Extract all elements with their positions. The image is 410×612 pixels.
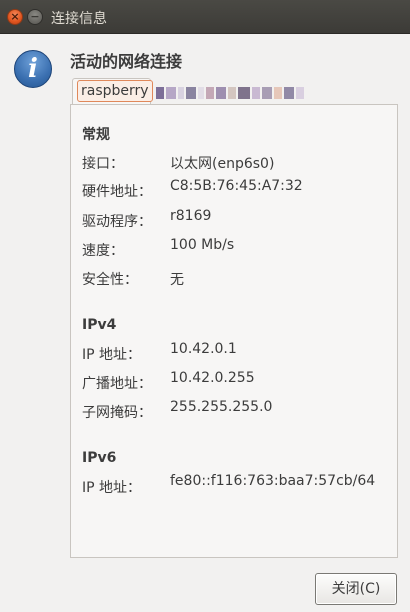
- page-title: 活动的网络连接: [70, 52, 183, 71]
- value-security: 无: [170, 272, 184, 288]
- label-ipv6-address: IP 地址：: [82, 480, 142, 496]
- pixelated-tab-label: [156, 82, 326, 104]
- section-ipv4-title: IPv4: [82, 317, 117, 333]
- tab-label: raspberry: [77, 80, 153, 102]
- label-hardware-address: 硬件地址：: [82, 184, 152, 200]
- info-icon: i: [14, 50, 52, 88]
- label-subnet-mask: 子网掩码：: [82, 405, 152, 421]
- value-hardware-address: C8:5B:76:45:A7:32: [170, 178, 303, 194]
- section-ipv6-title: IPv6: [82, 450, 117, 466]
- window-minimize-icon[interactable]: −: [27, 9, 43, 25]
- close-button[interactable]: 关闭(C): [315, 573, 397, 605]
- label-interface: 接口：: [82, 156, 124, 172]
- title-bar: × − 连接信息: [0, 0, 410, 34]
- value-subnet-mask: 255.255.255.0: [170, 399, 273, 415]
- value-ipv6-address: fe80::f116:763:baa7:57cb/64: [170, 473, 376, 489]
- section-general-title: 常规: [82, 127, 110, 143]
- value-ipv4-address: 10.42.0.1: [170, 341, 237, 357]
- window-close-icon[interactable]: ×: [7, 9, 23, 25]
- tab-second-connection[interactable]: [156, 82, 326, 104]
- value-speed: 100 Mb/s: [170, 237, 235, 253]
- tab-raspberry[interactable]: raspberry: [72, 78, 153, 104]
- value-interface: 以太网(enp6s0): [170, 156, 275, 172]
- value-broadcast-address: 10.42.0.255: [170, 370, 255, 386]
- label-ipv4-address: IP 地址：: [82, 347, 142, 363]
- label-security: 安全性：: [82, 272, 138, 288]
- label-broadcast-address: 广播地址：: [82, 376, 152, 392]
- label-driver: 驱动程序：: [82, 214, 152, 230]
- window-title: 连接信息: [51, 11, 107, 27]
- label-speed: 速度：: [82, 243, 124, 259]
- value-driver: r8169: [170, 208, 212, 224]
